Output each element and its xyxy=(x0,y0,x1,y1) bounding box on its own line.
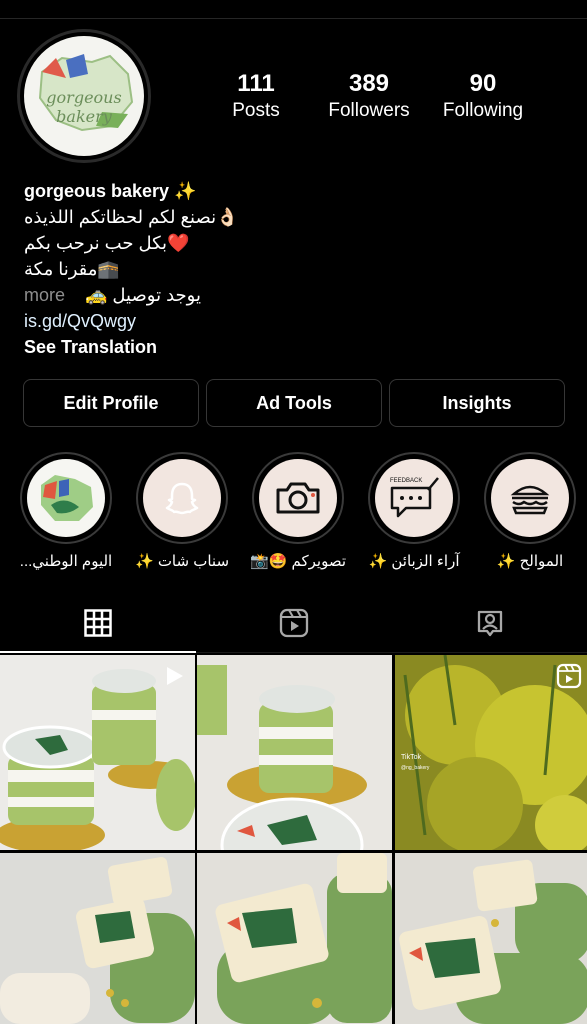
edit-profile-button[interactable]: Edit Profile xyxy=(23,379,199,427)
highlight-ring: FEEDBACK xyxy=(368,452,460,544)
grid-post-5[interactable] xyxy=(197,853,392,1024)
followers-label: Followers xyxy=(328,100,410,121)
bio-line-2: ❤️بكل حب نرحب بكم xyxy=(24,233,190,253)
tiktok-label: TikTok xyxy=(401,754,421,761)
bio-link[interactable]: is.gd/QvQwgy xyxy=(24,308,544,334)
highlight-national-day[interactable]: اليوم الوطني... xyxy=(18,452,114,570)
tab-reels[interactable] xyxy=(274,603,314,643)
feedback-icon-text: FEEDBACK xyxy=(390,478,422,484)
tab-grid[interactable] xyxy=(78,603,118,643)
grid-icon xyxy=(84,609,112,637)
ad-tools-button[interactable]: Ad Tools xyxy=(206,379,382,427)
highlight-ring xyxy=(484,452,576,544)
following-count: 90 xyxy=(469,70,497,97)
more-link[interactable]: more xyxy=(24,285,65,305)
highlight-label: تصويركم 🤩📸 xyxy=(249,553,346,570)
profile-name: gorgeous bakery ✨ xyxy=(24,181,197,201)
avatar[interactable]: gorgeous bakery xyxy=(24,36,144,156)
highlight-label: سناب شات ✨ xyxy=(134,553,230,570)
followers-stat[interactable]: 389 Followers xyxy=(320,70,418,123)
highlight-label: الموالح ✨ xyxy=(496,553,564,570)
grid-post-6[interactable] xyxy=(395,853,587,1024)
national-day-map-icon xyxy=(27,459,105,537)
highlight-label: آراء الزبائن ✨ xyxy=(368,553,460,570)
dessert-photo xyxy=(197,853,392,1024)
highlight-ring xyxy=(252,452,344,544)
highlight-ring xyxy=(136,452,228,544)
followers-count: 389 xyxy=(348,70,390,97)
feedback-chat-icon: FEEDBACK xyxy=(375,459,453,537)
status-divider xyxy=(0,18,587,19)
burger-icon xyxy=(491,459,569,537)
active-tab-indicator xyxy=(0,651,196,653)
grid-post-3[interactable]: TikTok @ng_bakery xyxy=(395,655,587,850)
camera-icon xyxy=(259,459,337,537)
highlight-ring xyxy=(20,452,112,544)
avatar-brand-text: gorgeous bakery xyxy=(46,88,122,126)
bio-line-4: يوجد توصيل 🚕 xyxy=(85,285,201,305)
following-stat[interactable]: 90 Following xyxy=(436,70,530,123)
tiktok-handle: @ng_bakery xyxy=(401,765,430,771)
reels-badge-icon xyxy=(556,663,582,689)
reels-icon xyxy=(279,608,309,638)
see-translation-link[interactable]: See Translation xyxy=(24,334,544,360)
highlight-savories[interactable]: الموالح ✨ xyxy=(482,452,578,570)
posts-stat[interactable]: 111 Posts xyxy=(222,70,290,123)
grid-post-1[interactable] xyxy=(0,655,195,850)
insights-button[interactable]: Insights xyxy=(389,379,565,427)
bio: gorgeous bakery ✨ 👌🏻نصنع لكم لحظاتكم الل… xyxy=(24,178,544,360)
bio-line-3: 🕋مقرنا مكة xyxy=(24,259,120,279)
dessert-photo xyxy=(395,853,587,1024)
highlight-photos[interactable]: تصويركم 🤩📸 xyxy=(250,452,346,570)
tab-tagged[interactable] xyxy=(470,603,510,643)
dessert-photo xyxy=(0,853,195,1024)
posts-count: 111 xyxy=(237,70,275,97)
grid-post-4[interactable] xyxy=(0,853,195,1024)
highlight-label: اليوم الوطني... xyxy=(19,553,113,570)
following-label: Following xyxy=(442,100,524,121)
bio-line-1: 👌🏻نصنع لكم لحظاتكم اللذيذه xyxy=(24,207,239,227)
snapchat-ghost-icon xyxy=(143,459,221,537)
cake-photo xyxy=(197,655,392,850)
posts-label: Posts xyxy=(232,100,280,121)
grid-post-2[interactable] xyxy=(197,655,392,850)
tagged-person-icon xyxy=(477,610,503,637)
highlight-snapchat[interactable]: سناب شات ✨ xyxy=(134,452,230,570)
highlight-reviews[interactable]: FEEDBACK آراء الزبائن ✨ xyxy=(366,452,462,570)
reel-play-icon xyxy=(167,667,183,685)
